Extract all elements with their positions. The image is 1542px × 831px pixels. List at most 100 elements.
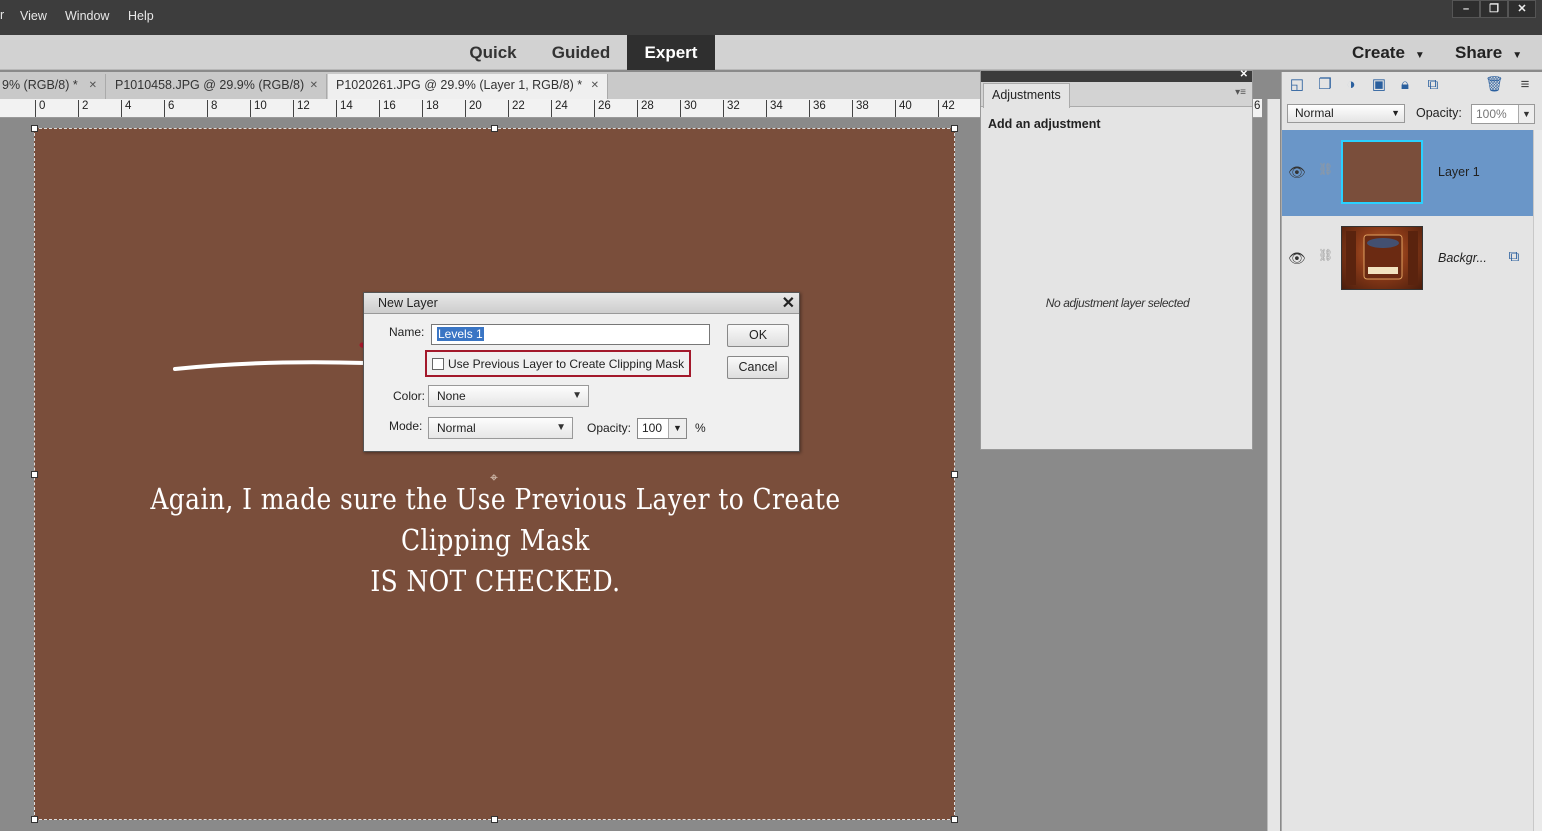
transform-handle[interactable] bbox=[31, 471, 38, 478]
tab-adjustments[interactable]: Adjustments bbox=[983, 83, 1070, 108]
cancel-button[interactable]: Cancel bbox=[727, 356, 789, 379]
ruler-mark: 28 bbox=[637, 100, 654, 117]
menu-window[interactable]: Window bbox=[65, 9, 109, 23]
lock-transparent-icon[interactable]: ⧉ bbox=[1424, 76, 1442, 94]
chevron-down-icon[interactable]: ▼ bbox=[668, 419, 686, 438]
chevron-down-icon: ▼ bbox=[1512, 50, 1523, 61]
clipping-mask-highlight: Use Previous Layer to Create Clipping Ma… bbox=[425, 350, 691, 377]
transform-handle[interactable] bbox=[31, 816, 38, 823]
name-value: Levels 1 bbox=[437, 327, 484, 341]
close-icon[interactable]: ✕ bbox=[310, 74, 318, 97]
blend-mode-select[interactable]: Normal ▼ bbox=[1287, 104, 1405, 123]
mode-quick[interactable]: Quick bbox=[458, 35, 528, 70]
chevron-down-icon: ▼ bbox=[1391, 108, 1400, 118]
color-value: None bbox=[437, 389, 466, 403]
chevron-down-icon: ▼ bbox=[572, 390, 582, 401]
create-menu[interactable]: Create ▼ bbox=[1352, 35, 1425, 70]
layers-panel: ◱ ❐ ◑ ▣ 🔒︎ ⧉ 🗑︎ ≡ Normal ▼ Opacity: 100% ▼… bbox=[1281, 72, 1542, 831]
lock-icon[interactable]: ⧉ bbox=[1505, 248, 1523, 266]
panel-menu-icon[interactable]: ≡ bbox=[1516, 76, 1534, 94]
close-icon[interactable]: ✕ bbox=[89, 74, 97, 97]
ruler-mark: 30 bbox=[680, 100, 697, 117]
ruler-mark: 32 bbox=[723, 100, 740, 117]
mode-select[interactable]: Normal ▼ bbox=[428, 417, 573, 439]
transform-handle[interactable] bbox=[951, 471, 958, 478]
panel-tab-row: Adjustments ▾≡ bbox=[981, 82, 1252, 108]
transform-handle[interactable] bbox=[491, 125, 498, 132]
clipping-mask-label: Use Previous Layer to Create Clipping Ma… bbox=[448, 357, 685, 371]
color-select[interactable]: None ▼ bbox=[428, 385, 589, 407]
ruler-mark: 10 bbox=[250, 100, 267, 117]
name-input[interactable]: Levels 1 bbox=[431, 324, 710, 345]
opacity-input[interactable]: 100 ▼ bbox=[637, 418, 687, 439]
menu-edge-glyph: r bbox=[0, 8, 5, 22]
color-label: Color: bbox=[393, 389, 426, 403]
menu-help[interactable]: Help bbox=[128, 9, 154, 23]
ruler-mark: 8 bbox=[207, 100, 217, 117]
layers-scrollbar[interactable] bbox=[1533, 130, 1542, 831]
opacity-label: Opacity: bbox=[587, 421, 632, 435]
eye-icon[interactable]: 👁︎ bbox=[1288, 164, 1306, 181]
background-thumbnail-art bbox=[1346, 231, 1418, 285]
caption-line-1: Again, I made sure the Use Previous Laye… bbox=[150, 482, 841, 557]
ruler-mark: 34 bbox=[766, 100, 783, 117]
ruler-mark: 0 bbox=[35, 100, 45, 117]
tab-label: 9% (RGB/8) * bbox=[2, 78, 78, 92]
ruler-mark: 40 bbox=[895, 100, 912, 117]
ok-button[interactable]: OK bbox=[727, 324, 789, 347]
tab-document-2[interactable]: P1010458.JPG @ 29.9% (RGB/8) ✕ bbox=[107, 74, 327, 99]
close-icon[interactable]: ✕ bbox=[782, 293, 795, 314]
layer-row-layer-1[interactable]: 👁︎ ⛓︎ Layer 1 bbox=[1282, 130, 1533, 216]
document-tabs: 9% (RGB/8) * ✕ P1010458.JPG @ 29.9% (RGB/… bbox=[0, 72, 980, 99]
eye-icon[interactable]: 👁︎ bbox=[1288, 250, 1306, 267]
tab-label: P1020261.JPG @ 29.9% (Layer 1, RGB/8) * bbox=[336, 78, 583, 92]
new-layer-icon[interactable]: ◱ bbox=[1288, 76, 1306, 94]
close-button[interactable]: ✕ bbox=[1508, 0, 1536, 18]
close-icon[interactable]: ✕ bbox=[1240, 69, 1248, 80]
opacity-value: 100 bbox=[642, 421, 663, 435]
restore-button[interactable]: ❐ bbox=[1480, 0, 1508, 18]
mode-guided[interactable]: Guided bbox=[540, 35, 622, 70]
ruler-mark: 20 bbox=[465, 100, 482, 117]
dialog-title-bar: New Layer ✕ bbox=[364, 293, 799, 314]
chevron-down-icon[interactable]: ▼ bbox=[1518, 105, 1534, 123]
share-menu[interactable]: Share ▼ bbox=[1455, 35, 1522, 70]
new-group-icon[interactable]: ❐ bbox=[1316, 76, 1334, 94]
clipping-mask-checkbox[interactable] bbox=[432, 358, 444, 370]
mode-expert[interactable]: Expert bbox=[627, 35, 715, 70]
ruler-mark: 14 bbox=[336, 100, 353, 117]
canvas-vertical-scrollbar[interactable] bbox=[1267, 99, 1280, 831]
adjustment-layer-icon[interactable]: ◑ bbox=[1342, 76, 1360, 94]
delete-layer-icon[interactable]: 🗑︎ bbox=[1485, 76, 1504, 94]
lock-icon[interactable]: 🔒︎ bbox=[1396, 76, 1414, 94]
minimize-button[interactable]: – bbox=[1452, 0, 1480, 18]
tab-document-1[interactable]: 9% (RGB/8) * ✕ bbox=[0, 74, 106, 99]
close-icon[interactable]: ✕ bbox=[591, 74, 599, 97]
name-label: Name: bbox=[389, 325, 425, 339]
mode-bar: Quick Guided Expert Create ▼ Share ▼ bbox=[0, 35, 1542, 70]
layer-row-background[interactable]: 👁︎ ⛓︎ Backgr... ⧉ bbox=[1282, 216, 1533, 302]
layer-opacity-label: Opacity: bbox=[1416, 106, 1462, 120]
layer-mask-icon[interactable]: ▣ bbox=[1370, 76, 1388, 94]
panel-menu-icon[interactable]: ▾≡ bbox=[1235, 87, 1246, 98]
tab-document-3[interactable]: P1020261.JPG @ 29.9% (Layer 1, RGB/8) * ✕ bbox=[328, 74, 608, 99]
transform-handle[interactable] bbox=[491, 816, 498, 823]
ruler-mark: 2 bbox=[78, 100, 88, 117]
menu-view[interactable]: View bbox=[20, 9, 47, 23]
annotation-caption: Again, I made sure the Use Previous Laye… bbox=[99, 479, 891, 602]
link-icon[interactable]: ⛓︎ bbox=[1318, 248, 1333, 262]
layer-opacity-input[interactable]: 100% ▼ bbox=[1471, 104, 1535, 124]
document-canvas[interactable]: ⌖ Again, I made sure the Use Previous La… bbox=[31, 125, 958, 823]
ruler-mark: 18 bbox=[422, 100, 439, 117]
transform-handle[interactable] bbox=[31, 125, 38, 132]
new-layer-dialog: New Layer ✕ Name: Levels 1 OK Cancel Use… bbox=[363, 292, 800, 452]
layer-name: Layer 1 bbox=[1438, 165, 1480, 179]
transform-handle[interactable] bbox=[951, 125, 958, 132]
transform-handle[interactable] bbox=[951, 816, 958, 823]
link-icon[interactable]: ⛓︎ bbox=[1318, 162, 1333, 176]
dialog-title: New Layer bbox=[378, 296, 438, 310]
layer-thumbnail bbox=[1341, 140, 1423, 204]
ruler-mark: 6 bbox=[164, 100, 174, 117]
ruler-mark: 16 bbox=[379, 100, 396, 117]
layer-opacity-value: 100% bbox=[1476, 107, 1507, 121]
